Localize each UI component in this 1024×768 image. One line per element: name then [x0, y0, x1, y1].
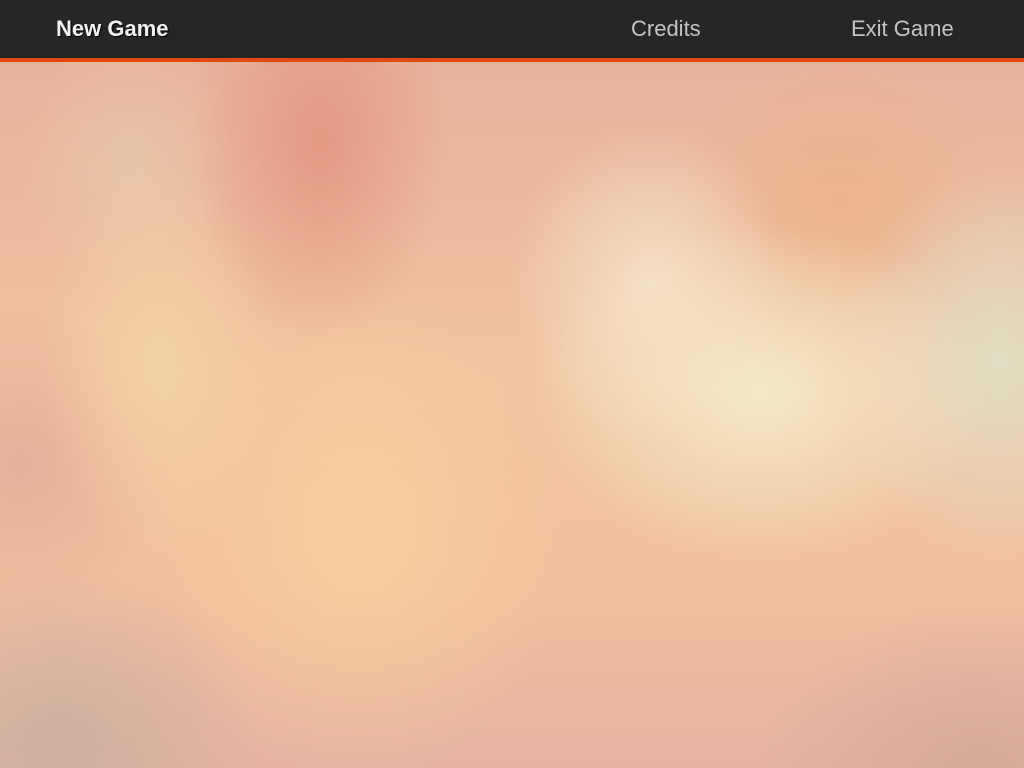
menu-item-credits[interactable]: Credits [631, 0, 701, 58]
main-menu-bar: New Game Credits Exit Game [0, 0, 1024, 62]
menu-item-exit-game[interactable]: Exit Game [851, 0, 954, 58]
blurred-background [0, 62, 1024, 768]
game-screen: New Game Credits Exit Game [0, 0, 1024, 768]
menu-item-new-game[interactable]: New Game [56, 0, 169, 58]
